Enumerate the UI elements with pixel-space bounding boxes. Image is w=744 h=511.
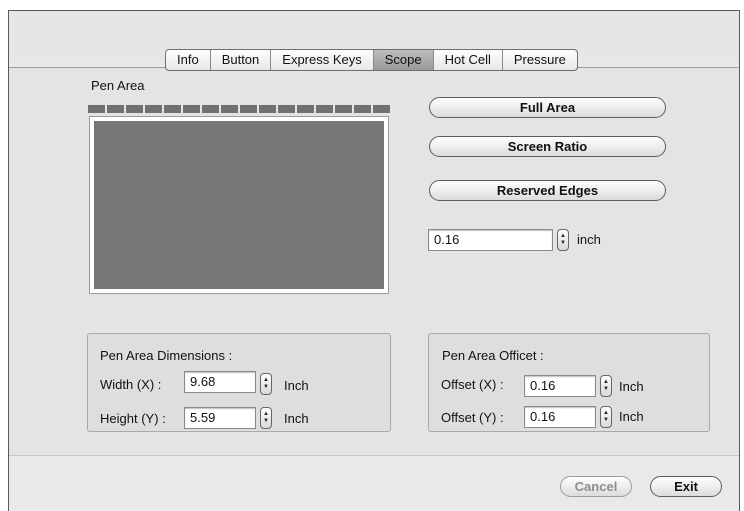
- edge-input[interactable]: 0.16: [428, 229, 553, 251]
- height-label: Height (Y) :: [100, 411, 166, 426]
- pen-area-rect[interactable]: [94, 121, 384, 289]
- offset-y-field[interactable]: 0.16: [524, 406, 596, 428]
- footer-divider: [9, 455, 739, 456]
- tab-bar: Info Button Express Keys Scope Hot Cell …: [165, 49, 578, 71]
- height-field[interactable]: 5.59: [184, 407, 256, 429]
- stepper-down-icon: ▼: [263, 418, 269, 424]
- dimensions-group: Pen Area Dimensions : Width (X) : 9.68 ▲…: [87, 333, 391, 432]
- width-field[interactable]: 9.68: [184, 371, 256, 393]
- tab-pressure[interactable]: Pressure: [503, 50, 577, 70]
- offset-x-stepper[interactable]: ▲ ▼: [600, 375, 612, 397]
- edge-unit: inch: [577, 232, 601, 247]
- width-unit: Inch: [284, 378, 309, 393]
- stepper-up-icon: ▲: [603, 410, 609, 416]
- offset-x-label: Offset (X) :: [441, 377, 504, 392]
- pen-area-preview: [89, 116, 389, 294]
- edge-stepper[interactable]: ▲ ▼: [557, 229, 569, 251]
- pen-area-title: Pen Area: [91, 78, 145, 93]
- stepper-up-icon: ▲: [263, 377, 269, 383]
- tab-hot-cell[interactable]: Hot Cell: [434, 50, 503, 70]
- stepper-up-icon: ▲: [560, 233, 566, 239]
- stepper-up-icon: ▲: [603, 379, 609, 385]
- offset-group: Pen Area Officet : Offset (X) : 0.16 ▲ ▼ …: [428, 333, 710, 432]
- screen-ratio-button[interactable]: Screen Ratio: [429, 136, 666, 157]
- width-label: Width (X) :: [100, 377, 162, 392]
- edge-ruler: [88, 105, 390, 113]
- dimensions-title: Pen Area Dimensions :: [100, 348, 233, 363]
- tab-button[interactable]: Button: [211, 50, 272, 70]
- cancel-button[interactable]: Cancel: [560, 476, 632, 497]
- stepper-down-icon: ▼: [263, 384, 269, 390]
- stepper-down-icon: ▼: [603, 386, 609, 392]
- height-unit: Inch: [284, 411, 309, 426]
- offset-y-label: Offset (Y) :: [441, 410, 504, 425]
- height-stepper[interactable]: ▲ ▼: [260, 407, 272, 429]
- reserved-edges-button[interactable]: Reserved Edges: [429, 180, 666, 201]
- offset-y-unit: Inch: [619, 409, 644, 424]
- full-area-button[interactable]: Full Area: [429, 97, 666, 118]
- offset-x-unit: Inch: [619, 379, 644, 394]
- stepper-down-icon: ▼: [560, 240, 566, 246]
- tab-scope[interactable]: Scope: [373, 50, 434, 70]
- stepper-down-icon: ▼: [603, 417, 609, 423]
- exit-button[interactable]: Exit: [650, 476, 722, 497]
- offset-y-stepper[interactable]: ▲ ▼: [600, 406, 612, 428]
- stepper-up-icon: ▲: [263, 411, 269, 417]
- offset-x-field[interactable]: 0.16: [524, 375, 596, 397]
- tab-express-keys[interactable]: Express Keys: [271, 50, 374, 70]
- tab-info[interactable]: Info: [166, 50, 211, 70]
- width-stepper[interactable]: ▲ ▼: [260, 373, 272, 395]
- settings-window: Info Button Express Keys Scope Hot Cell …: [8, 10, 740, 511]
- offset-title: Pen Area Officet :: [442, 348, 544, 363]
